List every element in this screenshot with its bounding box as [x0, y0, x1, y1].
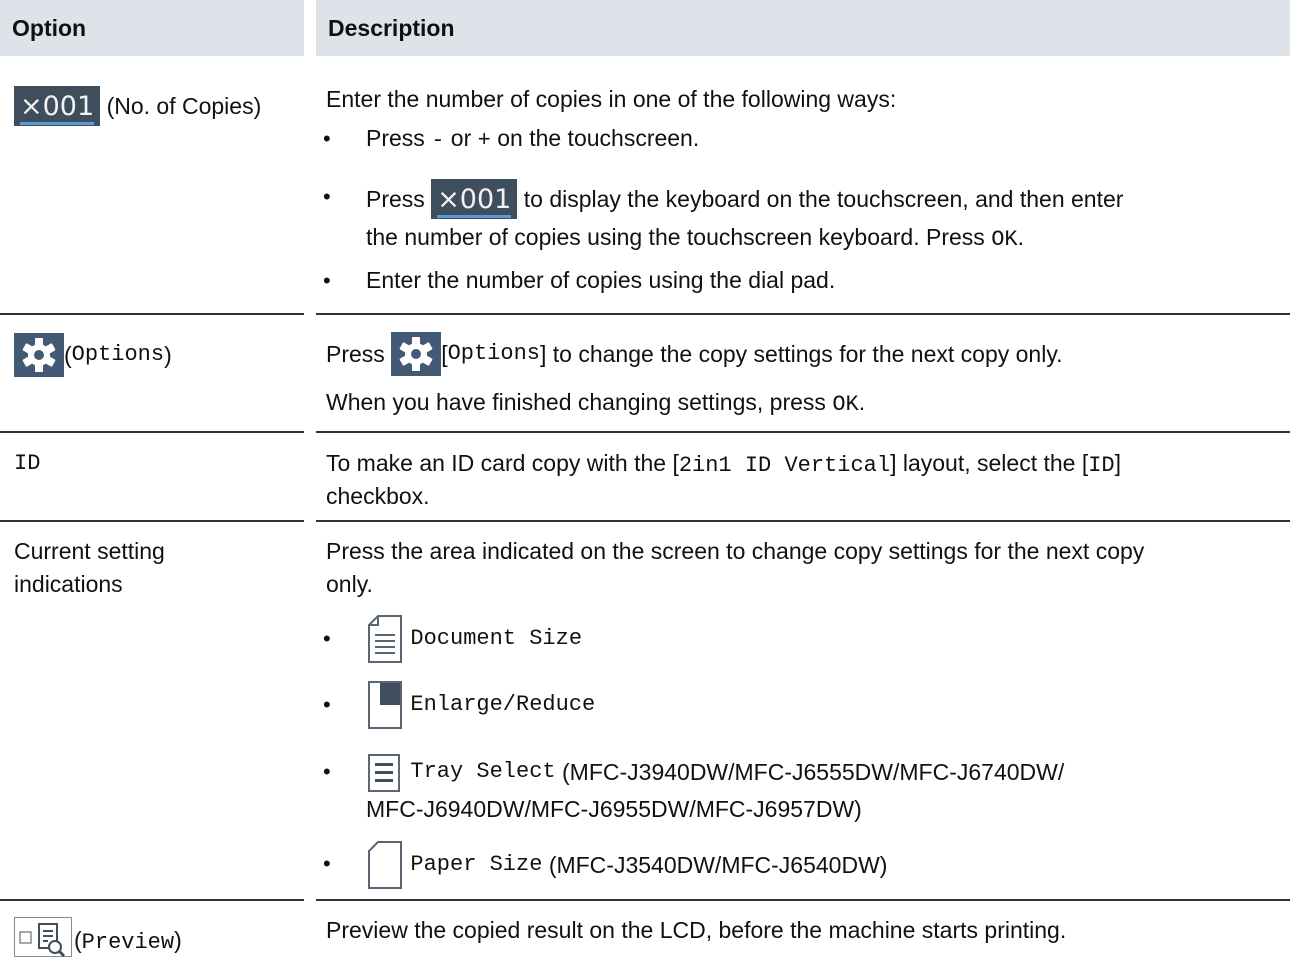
options-gear-button-inline[interactable] — [391, 331, 442, 376]
option-copies-label: (No. of Copies) — [106, 92, 262, 119]
row-divider — [0, 520, 304, 522]
preview-button[interactable] — [14, 917, 72, 958]
minus-key: - — [431, 128, 445, 153]
options-gear-button[interactable] — [14, 332, 64, 377]
options-table: Option Description ×001 (No. of Copies) … — [0, 0, 1294, 958]
indication-document-size[interactable]: Document Size — [366, 612, 582, 664]
id-desc-line1: To make an ID card copy with the [2in1 I… — [326, 450, 1122, 478]
gear-icon — [399, 336, 433, 371]
preview-icon — [19, 923, 66, 958]
row-divider — [316, 313, 1290, 315]
bullet: • — [323, 268, 331, 293]
options-label: Options — [71, 341, 165, 367]
preview-desc: Preview the copied result on the LCD, be… — [326, 917, 1067, 943]
bullet: • — [323, 184, 331, 209]
tray-select-icon — [368, 753, 400, 792]
current-desc: Press the area indicated on the screen t… — [326, 538, 1145, 597]
indication-enlarge-reduce[interactable]: Enlarge/Reduce — [366, 678, 595, 730]
tray-select-models-line2: MFC-J6940DW/MFC-J6955DW/MFC-J6957DW) — [366, 796, 862, 822]
option-options: (Options) — [14, 331, 172, 377]
row-divider — [316, 431, 1290, 433]
bullet: • — [323, 126, 331, 151]
document-size-icon — [368, 614, 402, 663]
indication-paper-size[interactable]: Paper Size (MFC-J3540DW/MFC-J6540DW) — [366, 838, 887, 890]
copy-count-button[interactable]: ×001 — [14, 85, 101, 126]
copies-bullet-touchscreen: Press - or + on the touchscreen. — [366, 125, 700, 153]
ok-key: OK — [832, 392, 859, 417]
ok-key: OK — [991, 227, 1018, 252]
bullet: • — [323, 759, 331, 784]
id-desc-line2: checkbox. — [326, 483, 430, 509]
row-divider — [316, 520, 1290, 522]
copy-count-button-inline[interactable]: ×001 — [431, 178, 518, 219]
column-header-description: Description — [316, 0, 1290, 56]
option-id: ID — [14, 451, 41, 476]
enlarge-reduce-icon — [368, 680, 402, 729]
copies-intro: Enter the number of copies in one of the… — [326, 86, 897, 112]
row-divider — [316, 899, 1290, 901]
indication-tray-select[interactable]: Tray Select (MFC-J3940DW/MFC-J6555DW/MFC… — [366, 745, 1064, 797]
row-divider — [0, 313, 304, 315]
options-desc-line1: Press [Options] to change the copy setti… — [326, 330, 1063, 376]
option-current-setting: Current setting indications — [14, 538, 165, 597]
gear-icon — [22, 337, 56, 372]
copies-bullet-dialpad: Enter the number of copies using the dia… — [366, 267, 836, 293]
plus-key: + — [477, 128, 491, 153]
row-divider — [0, 431, 304, 433]
copies-bullet-keyboard: Press ×001 to display the keyboard on th… — [366, 175, 1123, 221]
paper-size-icon — [368, 840, 402, 889]
bullet: • — [323, 851, 331, 876]
bullet: • — [323, 692, 331, 717]
options-desc-line2: When you have finished changing settings… — [326, 389, 866, 417]
bullet: • — [323, 626, 331, 651]
option-copies: ×001 (No. of Copies) — [14, 84, 261, 126]
copies-bullet-keyboard-line2: the number of copies using the touchscre… — [366, 224, 1024, 252]
row-divider — [0, 899, 304, 901]
column-header-option: Option — [0, 0, 304, 56]
